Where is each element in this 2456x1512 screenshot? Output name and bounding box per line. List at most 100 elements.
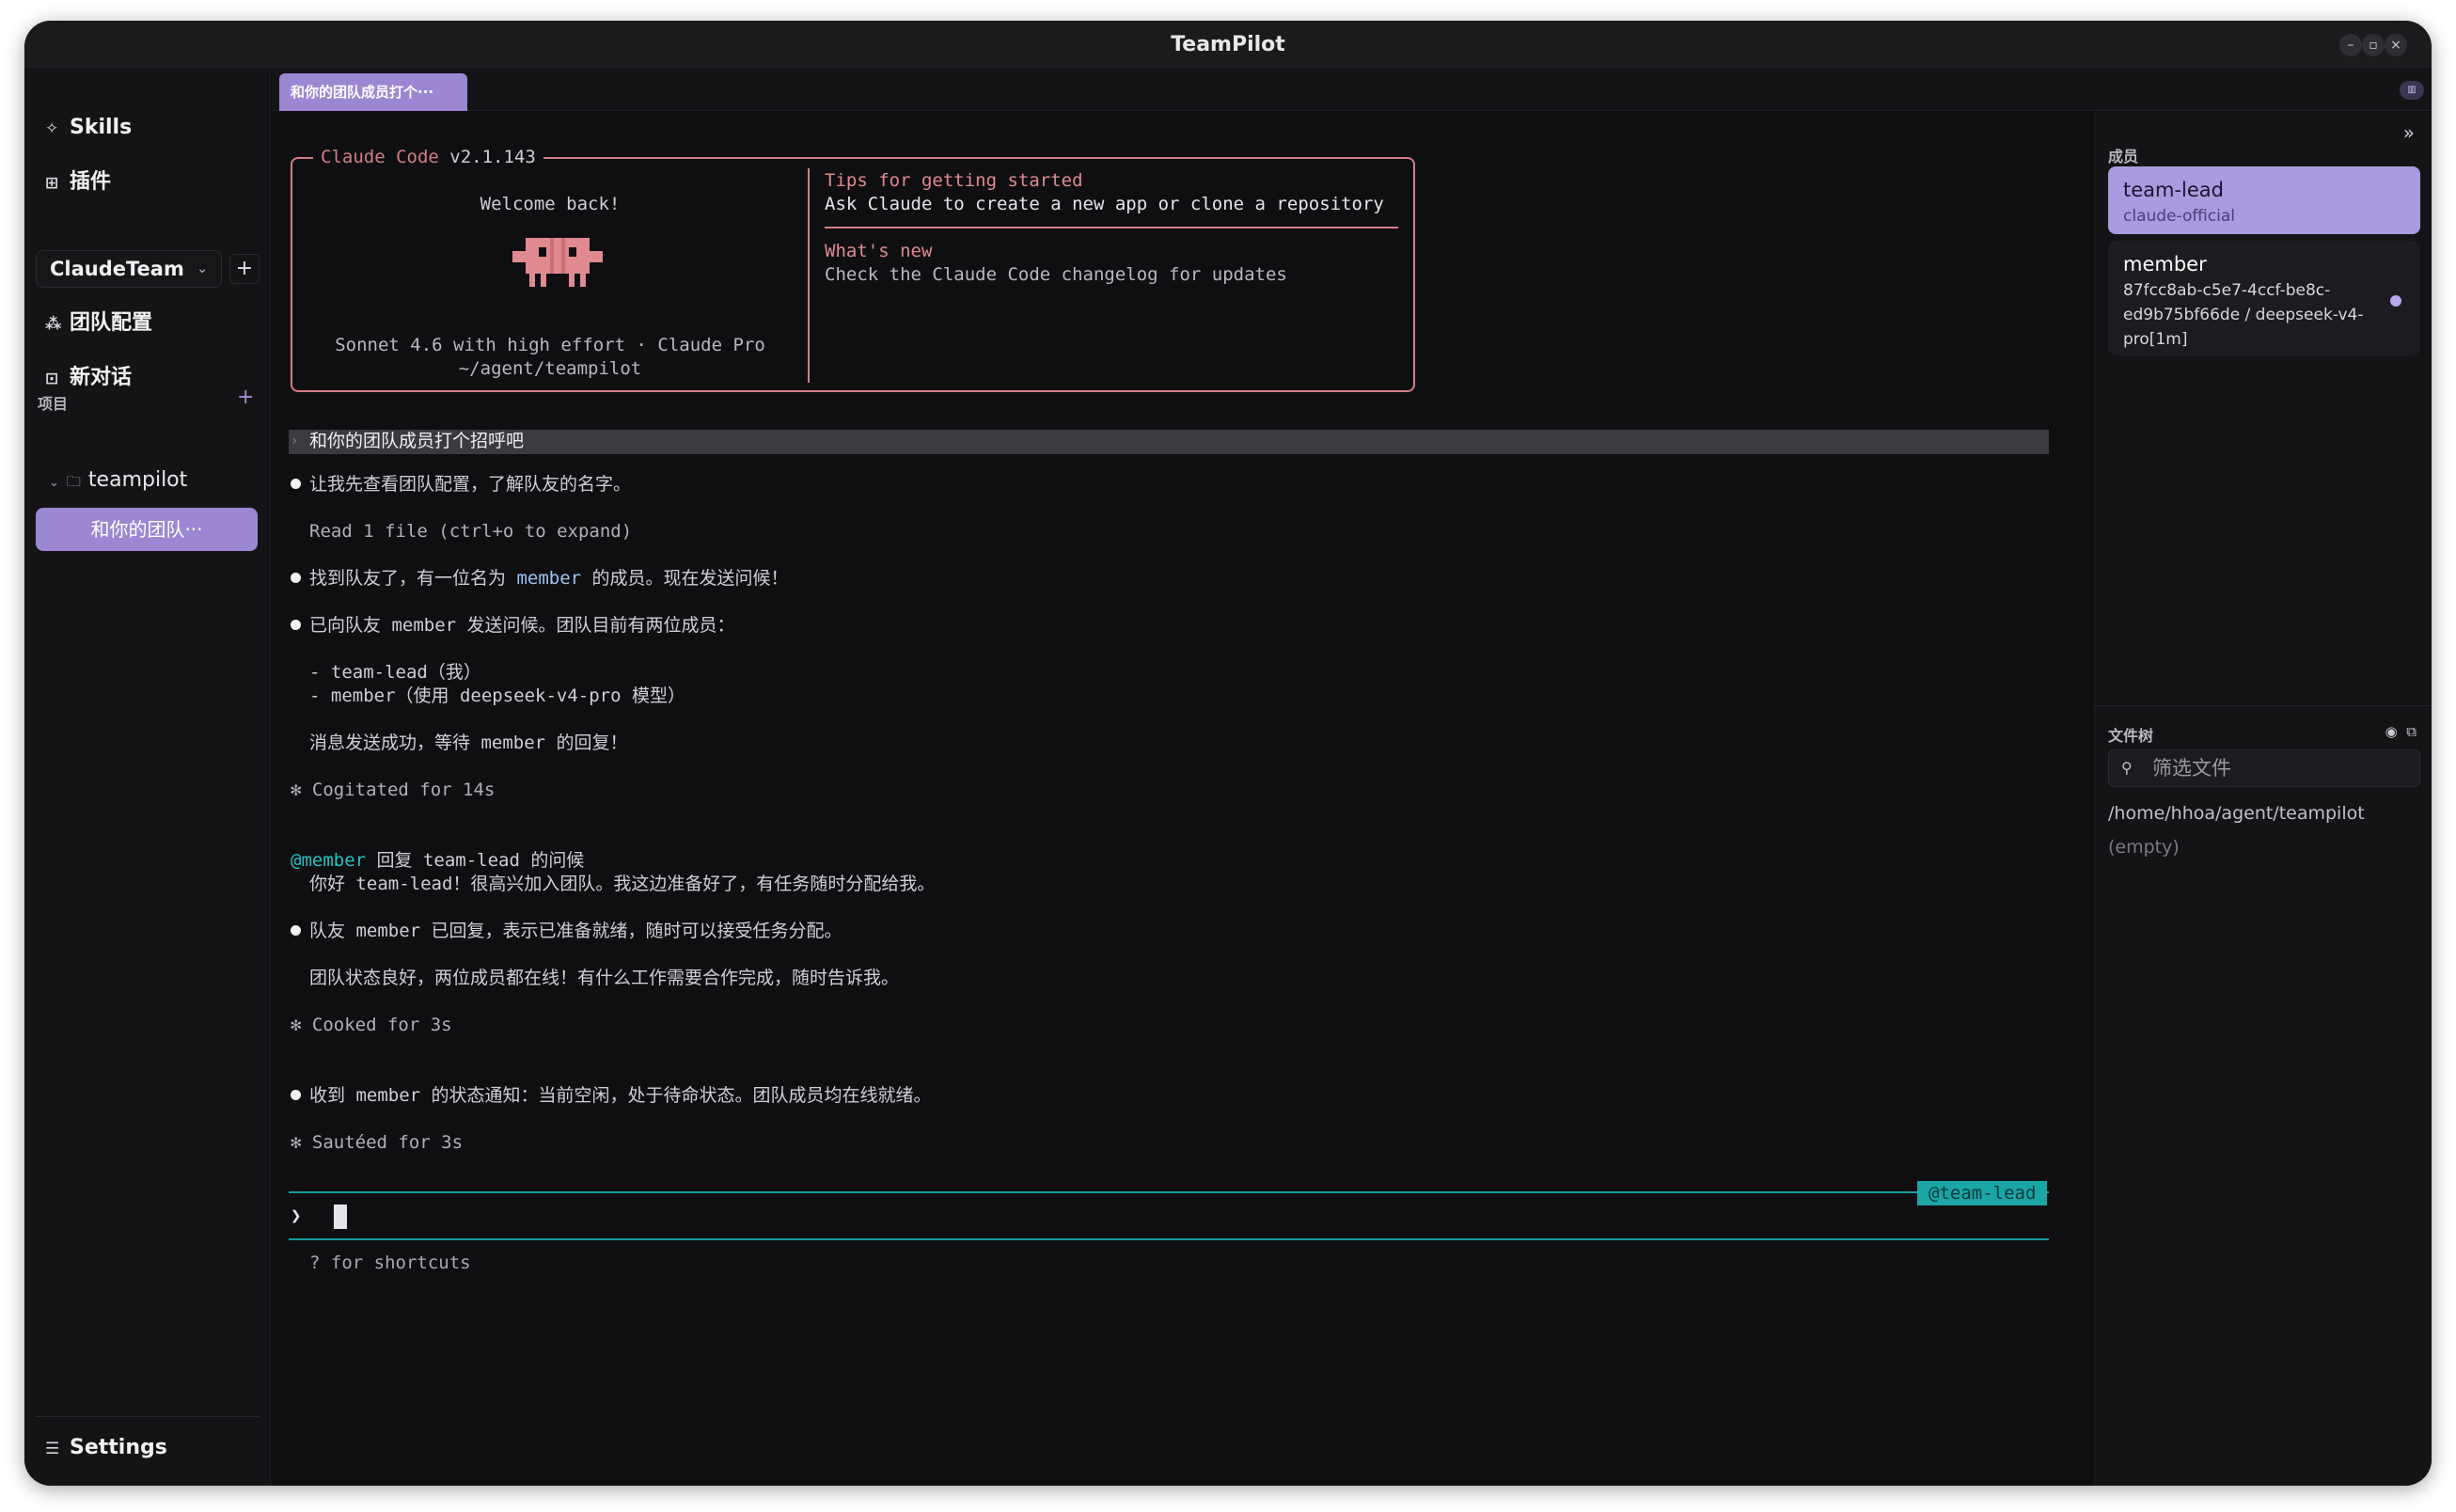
file-tree-empty: (empty) [2108, 837, 2180, 858]
reply-body: 你好 team-lead！很高兴加入团队。我这边准备好了，有任务随时分配给我。 [309, 874, 936, 894]
window-title: TeamPilot [1171, 33, 1285, 56]
file-filter-input[interactable] [2108, 749, 2420, 787]
right-panel: 成员 » team-lead claude-official member 87… [2094, 112, 2432, 1486]
prompt-caret-icon: › [291, 433, 299, 449]
app-name: Claude Code [321, 147, 439, 167]
list-item: - member（使用 deepseek-v4-pro 模型） [309, 685, 685, 706]
copy-icon[interactable]: ⧉ [2406, 723, 2417, 740]
tips-title: Tips for getting started [825, 170, 1083, 191]
list-item: - team-lead（我） [309, 662, 481, 683]
title-bar: TeamPilot – ▫ × [24, 21, 2432, 70]
app-window: TeamPilot – ▫ × ✧ Skills ⊞ 插件 ClaudeTeam ⌄… [24, 21, 2432, 1486]
claude-mascot-icon [512, 238, 603, 287]
users-icon: ⁂ [45, 315, 62, 334]
sidebar-item-new-chat[interactable]: ⊡ 新对话 [45, 359, 261, 397]
session-item[interactable]: 和你的团队··· [36, 508, 258, 551]
project-tree-item[interactable]: ⌄ 🗀 teampilot [49, 465, 187, 499]
agent-badge: @team-lead [1917, 1181, 2048, 1205]
member-sub: 87fcc8ab-c5e7-4ccf-be8c-ed9b75bf66de / d… [2123, 281, 2364, 349]
panel-toggle-icon[interactable]: ▥ [2400, 81, 2424, 100]
sparkle-icon: ✧ [45, 119, 59, 138]
bullet-icon [291, 479, 301, 489]
version: v2.1.143 [449, 147, 536, 167]
reply-header: @member 回复 team-lead 的问候 [291, 849, 584, 873]
assistant-message: 找到队友了，有一位名为 member 的成员。现在发送问候！ [309, 567, 789, 591]
file-tree-path[interactable]: /home/hhoa/agent/teampilot [2108, 798, 2365, 828]
welcome-text: Welcome back! [480, 194, 621, 214]
status-dot-icon [2390, 295, 2401, 307]
assistant-message: 团队状态良好，两位成员都在线！有什么工作需要合作完成，随时告诉我。 [309, 968, 900, 988]
user-prompt: 和你的团队成员打个招呼吧 [309, 431, 525, 451]
grid-icon: ⊞ [45, 174, 59, 193]
text-cursor[interactable] [334, 1205, 347, 1229]
members-label: 成员 [2108, 148, 2139, 165]
member-mention: member [516, 568, 582, 589]
close-button[interactable]: × [2385, 34, 2407, 56]
tab-session[interactable]: 和你的团队成员打个··· [279, 73, 467, 111]
minimize-button[interactable]: – [2339, 34, 2362, 56]
sidebar-item-plugins[interactable]: ⊞ 插件 [45, 164, 261, 201]
model-line: Sonnet 4.6 with high effort · Claude Pro [335, 335, 765, 355]
sidebar-item-label: Skills [70, 116, 133, 139]
box-divider-h [825, 227, 1398, 228]
sidebar-item-settings[interactable]: ☰ Settings [45, 1429, 167, 1468]
text: 的成员。现在发送问候！ [581, 568, 789, 589]
sidebar: ✧ Skills ⊞ 插件 ClaudeTeam ⌄ + ⁂ 团队配置 ⊡ 新对话 项目… [24, 70, 271, 1486]
user-prompt-row: › 和你的团队成员打个招呼吧 [289, 430, 2049, 454]
divider [2095, 705, 2432, 706]
sliders-icon: ☰ [45, 1440, 60, 1458]
add-project-button[interactable]: + [237, 386, 254, 409]
member-name: team-lead [2123, 179, 2225, 201]
input-border-bottom [289, 1238, 2049, 1240]
status-line: ✻ Cooked for 3s [291, 1015, 452, 1035]
whats-new-title: What's new [825, 241, 933, 261]
bullet-icon [291, 620, 301, 630]
assistant-message: 让我先查看团队配置，了解队友的名字。 [309, 474, 632, 495]
member-card-team-lead[interactable]: team-lead claude-official [2108, 166, 2420, 234]
divider [36, 1416, 260, 1417]
project-name: teampilot [87, 468, 188, 492]
sidebar-item-skills[interactable]: ✧ Skills [45, 109, 261, 147]
collapse-icon[interactable]: » [2403, 121, 2415, 144]
add-team-button[interactable]: + [229, 254, 260, 284]
tips-body: Ask Claude to create a new app or clone … [825, 194, 1384, 214]
text: 找到队友了，有一位名为 [309, 568, 517, 589]
sidebar-item-label: 新对话 [70, 366, 133, 389]
assistant-message: 消息发送成功，等待 member 的回复！ [309, 732, 628, 753]
sidebar-item-team-config[interactable]: ⁂ 团队配置 [45, 305, 261, 342]
member-sub: claude-official [2123, 207, 2236, 226]
sidebar-item-label: 插件 [70, 170, 112, 194]
reply-from: @member [291, 850, 367, 871]
text: 回复 team-lead 的问候 [366, 850, 585, 871]
projects-label: 项目 [38, 395, 69, 413]
eye-icon[interactable]: ◉ [2385, 723, 2398, 740]
search-icon: ⚲ [2121, 759, 2133, 777]
shortcuts-hint: ? for shortcuts [309, 1252, 471, 1273]
input-border-top [289, 1191, 2049, 1193]
member-card-member[interactable]: member 87fcc8ab-c5e7-4ccf-be8c-ed9b75bf6… [2108, 241, 2420, 355]
maximize-button[interactable]: ▫ [2362, 34, 2385, 56]
team-select[interactable]: ClaudeTeam ⌄ [36, 250, 222, 288]
assistant-message: 已向队友 member 发送问候。团队目前有两位成员： [309, 615, 735, 636]
sidebar-item-label: Settings [70, 1436, 167, 1459]
chevron-down-icon: ⌄ [49, 476, 59, 490]
whats-new-body: Check the Claude Code changelog for upda… [825, 264, 1287, 285]
assistant-message: 队友 member 已回复，表示已准备就绪，随时可以接受任务分配。 [309, 921, 842, 941]
chevron-down-icon: ⌄ [197, 261, 208, 276]
status-line: ✻ Sautéed for 3s [291, 1132, 464, 1153]
welcome-box: Claude Code v2.1.143 Welcome back! Sonne… [291, 146, 1415, 392]
box-divider [808, 168, 810, 383]
bullet-icon [291, 573, 301, 583]
input-prompt: ❯ [291, 1205, 302, 1226]
box-title: Claude Code v2.1.143 [313, 146, 543, 169]
file-tree-label: 文件树 [2108, 727, 2154, 745]
terminal-view[interactable]: Claude Code v2.1.143 Welcome back! Sonne… [272, 112, 2093, 1486]
tab-bar: 和你的团队成员打个··· ▥ [272, 70, 2432, 111]
assistant-message: 收到 member 的状态通知：当前空闲，处于待命状态。团队成员均在线就绪。 [309, 1085, 932, 1106]
tool-output: Read 1 file (ctrl+o to expand) [309, 521, 633, 542]
bullet-icon [291, 1090, 301, 1100]
team-select-value: ClaudeTeam [50, 258, 184, 280]
bullet-icon [291, 925, 301, 936]
sidebar-item-label: 团队配置 [70, 311, 153, 335]
file-tree-actions: ◉ ⧉ [2385, 723, 2417, 740]
